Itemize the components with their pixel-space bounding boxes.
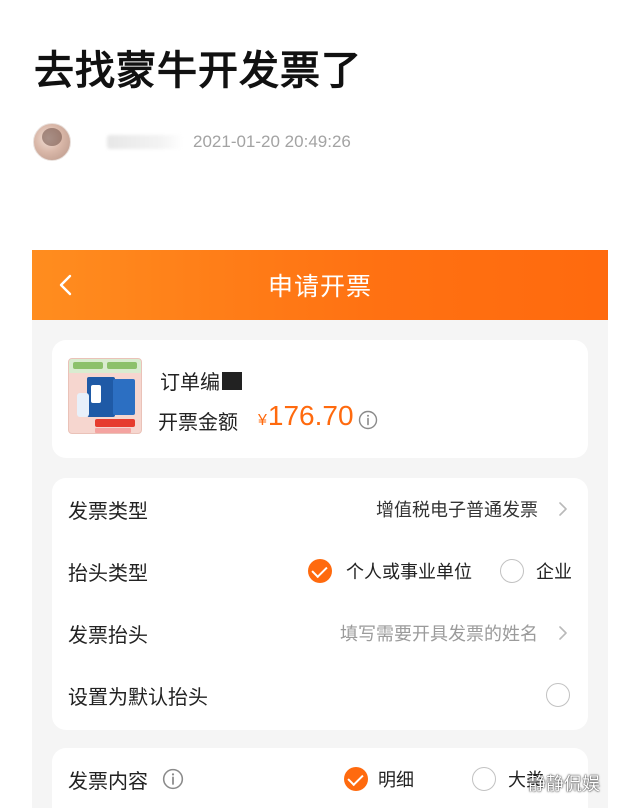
product-thumbnail <box>68 358 142 434</box>
content-detail-radio[interactable] <box>344 767 368 791</box>
invoice-content-row: 发票内容 明细 大类 <box>52 748 588 808</box>
content-category-radio[interactable] <box>472 767 496 791</box>
amount-number: 176.70 <box>267 400 354 431</box>
invoice-type-row[interactable]: 发票类型 增值税电子普通发票 <box>52 478 588 540</box>
currency-symbol: ¥ <box>258 412 267 429</box>
title-type-personal-label[interactable]: 个人或事业单位 <box>346 558 472 584</box>
title-type-label: 抬头类型 <box>68 560 148 585</box>
amount-label: 开票金额 <box>158 410 238 434</box>
nav-bar: 申请开票 <box>32 250 608 320</box>
invoice-form-card: 发票类型 增值税电子普通发票 抬头类型 个人或事业单位 企业 发票抬头 填写需要… <box>52 478 588 730</box>
chevron-right-icon <box>559 626 567 640</box>
watermark: 静静侃娱 <box>528 774 600 795</box>
amount-value: ¥176.70 <box>258 400 354 432</box>
info-icon[interactable] <box>162 768 184 790</box>
default-title-row: 设置为默认抬头 <box>52 664 588 726</box>
back-arrow-icon[interactable] <box>54 272 80 298</box>
default-title-label: 设置为默认抬头 <box>68 684 208 709</box>
author-name-redacted <box>107 135 183 149</box>
invoice-content-label: 发票内容 <box>68 768 148 793</box>
order-number-redacted <box>222 372 242 390</box>
invoice-content-card: 发票内容 明细 大类 <box>52 748 588 808</box>
title-type-company-radio[interactable] <box>500 559 524 583</box>
title-type-company-label[interactable]: 企业 <box>536 558 572 584</box>
default-title-toggle[interactable] <box>546 683 570 707</box>
chevron-right-icon <box>559 502 567 516</box>
embedded-app-screenshot: 申请开票 订单编 开票金额 ¥176.70 发票类型 增值税电子普通发票 抬头类… <box>32 250 608 808</box>
avatar[interactable] <box>33 123 71 161</box>
publish-time: 2021-01-20 20:49:26 <box>193 132 351 151</box>
invoice-type-label: 发票类型 <box>68 498 148 523</box>
title-type-personal-radio[interactable] <box>308 559 332 583</box>
article-title: 去找蒙牛开发票了 <box>34 48 362 94</box>
invoice-title-label: 发票抬头 <box>68 622 148 647</box>
title-type-row: 抬头类型 个人或事业单位 企业 <box>52 540 588 602</box>
content-detail-label[interactable]: 明细 <box>378 766 414 792</box>
order-number-label: 订单编 <box>160 370 220 394</box>
nav-title: 申请开票 <box>267 272 372 301</box>
invoice-title-input[interactable]: 填写需要开具发票的姓名 <box>340 620 538 646</box>
invoice-title-row[interactable]: 发票抬头 填写需要开具发票的姓名 <box>52 602 588 664</box>
info-icon[interactable] <box>358 410 378 430</box>
author-row: 2021-01-20 20:49:26 <box>33 122 351 162</box>
invoice-type-value: 增值税电子普通发票 <box>376 500 538 521</box>
order-card: 订单编 开票金额 ¥176.70 <box>52 340 588 458</box>
order-number: 订单编 <box>160 366 242 395</box>
